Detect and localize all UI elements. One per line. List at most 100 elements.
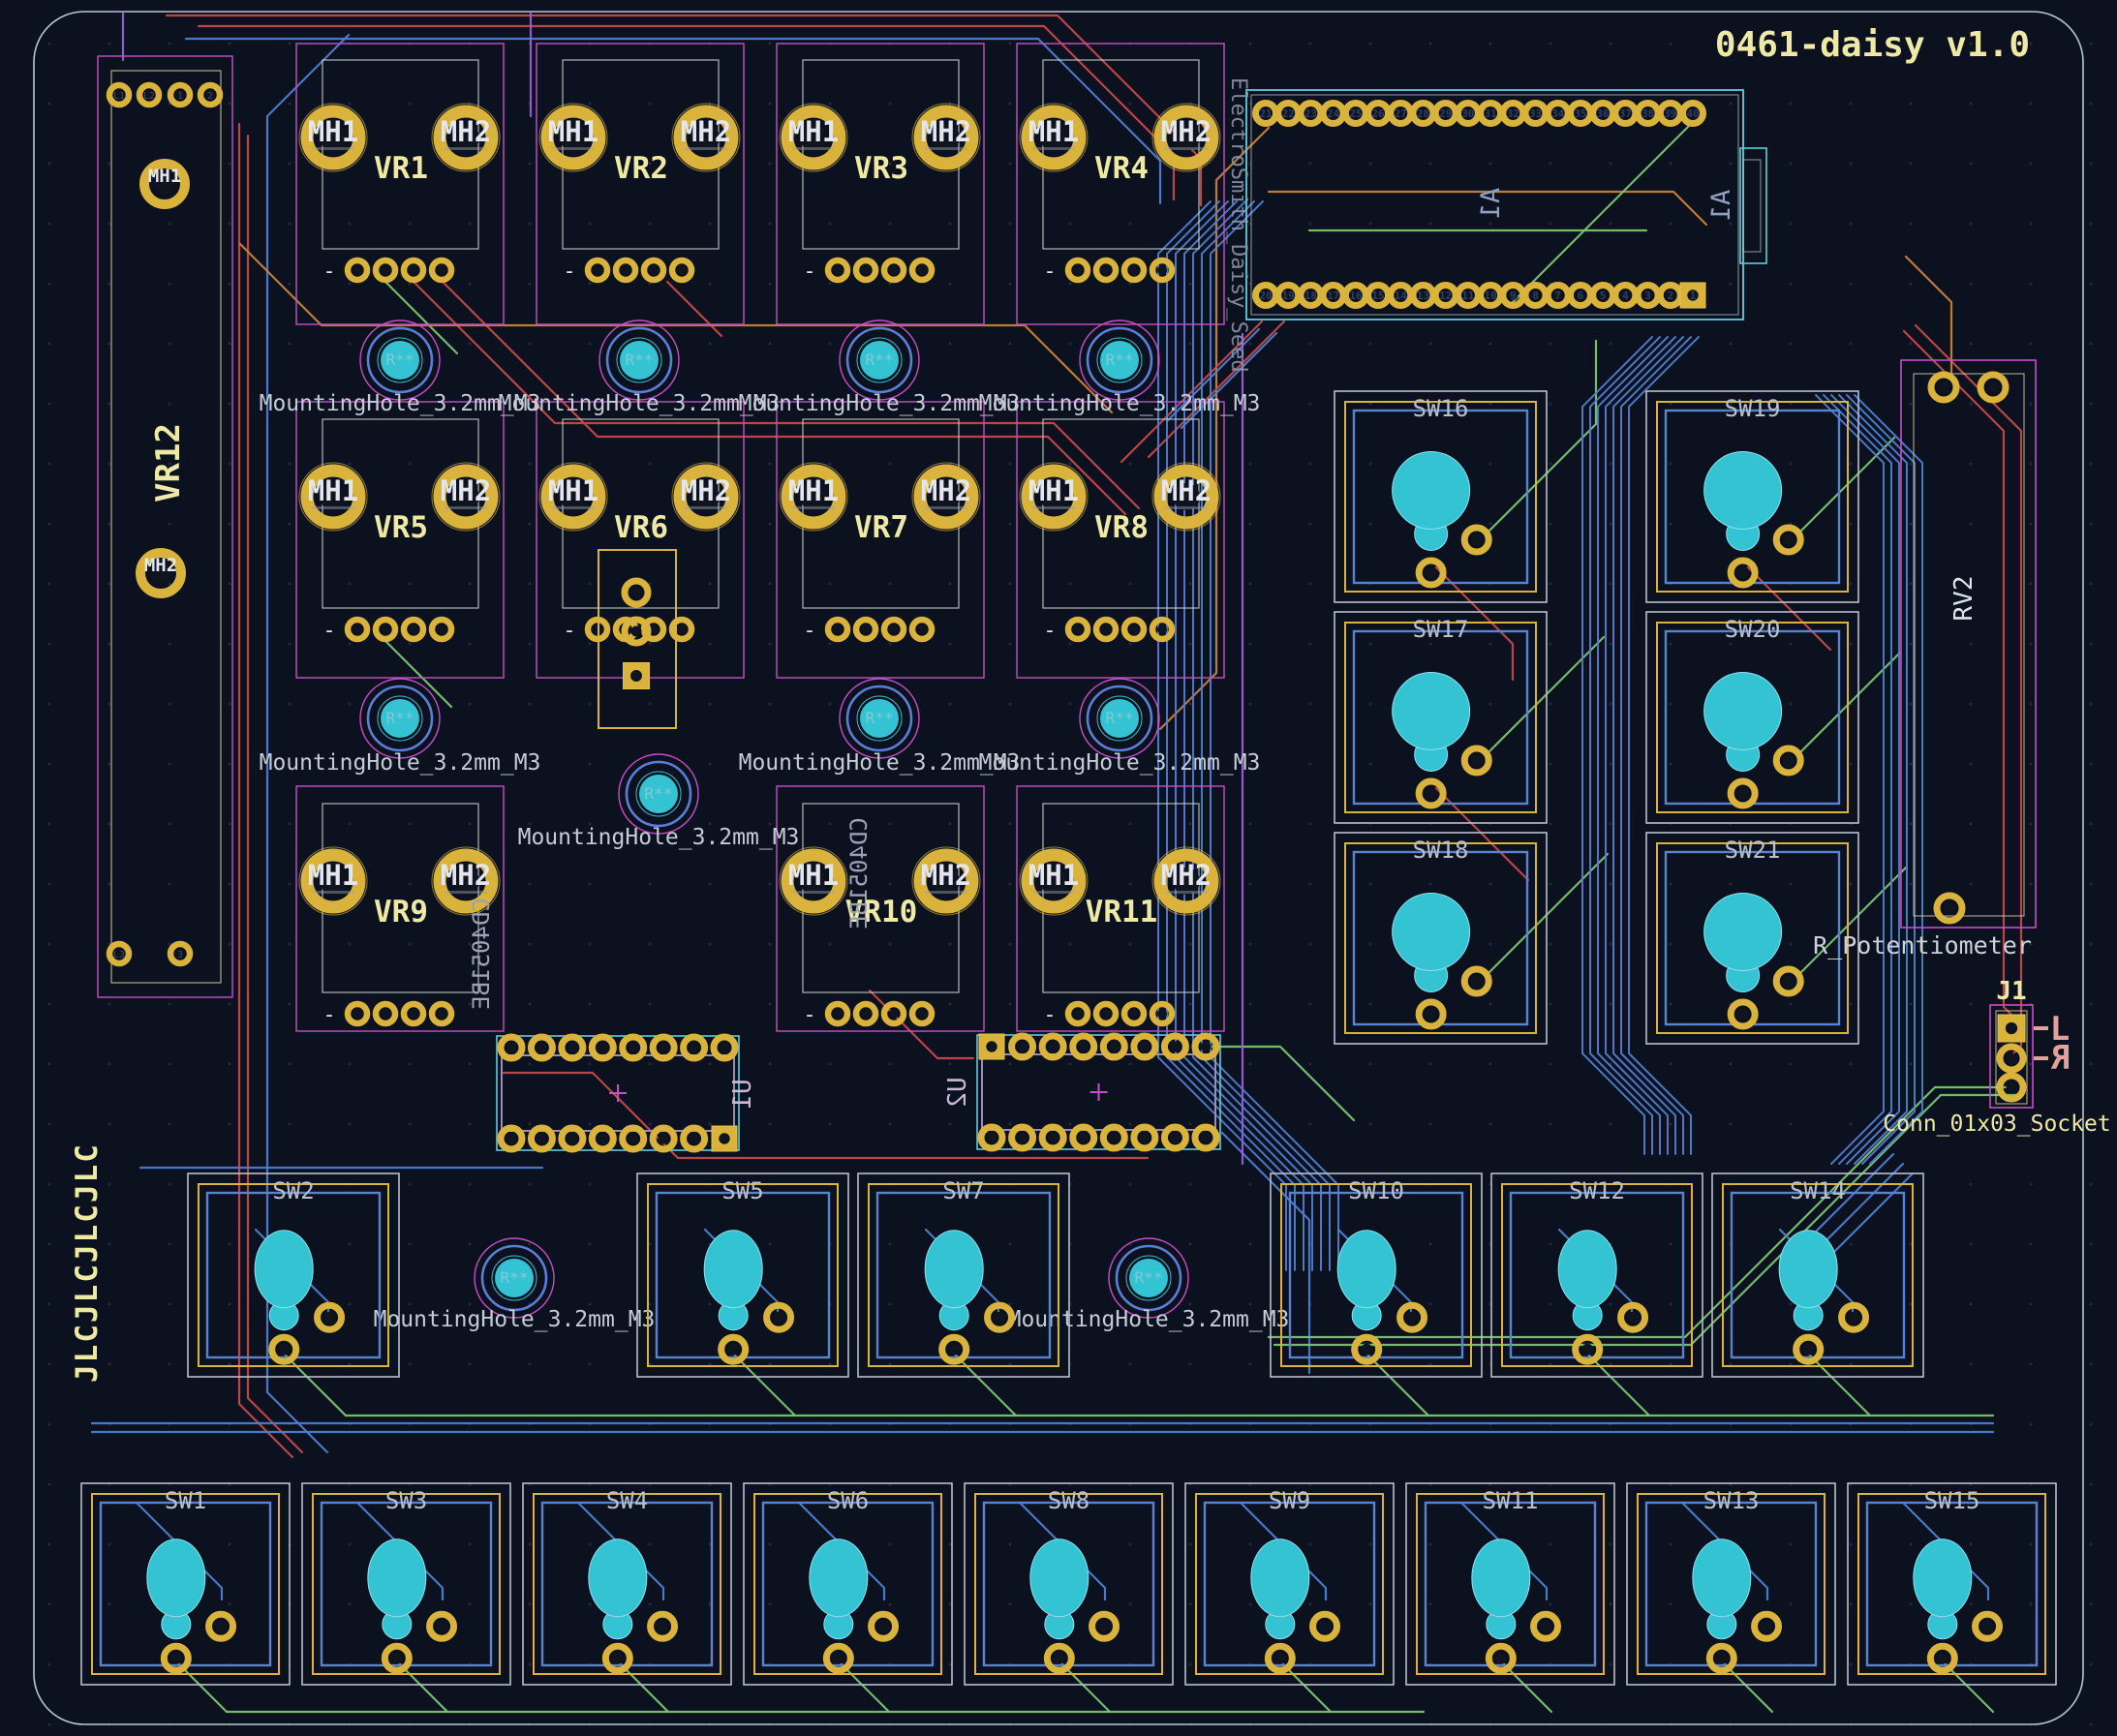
svg-text:MH1: MH1 [788,115,839,148]
vr12-ref-label: VR12 [149,423,188,503]
component-SW11[interactable]: SW11 [1406,1483,1614,1685]
svg-text:SW2: SW2 [272,1177,314,1204]
pcb-canvas[interactable]: MH1MH2VR1-MH1MH2VR2-MH1MH2VR3-MH1MH2VR4-… [0,0,2117,1736]
component-SW1[interactable]: SW1 [81,1483,290,1685]
svg-text:J1: J1 [1996,977,2026,1006]
svg-text:32: 32 [1507,107,1519,120]
svg-text:16: 16 [1349,289,1363,302]
svg-text:23: 23 [1304,107,1317,120]
svg-text:MH1: MH1 [308,115,358,148]
svg-text:R**: R** [626,350,654,369]
svg-text:30: 30 [1461,107,1474,120]
mounting-hole[interactable]: R**MountingHole_3.2mm_M3 [374,1238,656,1332]
small-3pin-component[interactable] [598,550,676,728]
svg-text:R**: R** [866,709,894,727]
component-SW8[interactable]: SW8 [965,1483,1173,1685]
a1-ref-label: A1 [1476,188,1506,220]
component-SW19[interactable]: SW19 [1646,391,1858,602]
component-A1[interactable]: 2120221923182417251626152714281329123011… [1246,90,1766,320]
component-SW9[interactable]: SW9 [1185,1483,1394,1685]
svg-text:L1: L1 [113,91,125,102]
svg-text:MH1: MH1 [1028,859,1079,892]
mounting-hole[interactable]: R**MountingHole_3.2mm_M3 [260,679,541,776]
component-VR2[interactable]: MH1MH2VR2- [537,44,744,324]
svg-text:20: 20 [1259,289,1272,302]
component-VR7[interactable]: MH1MH2VR7- [777,402,984,678]
page-title: 0461-daisy v1.0 [1715,25,2030,65]
svg-text:L3: L3 [113,950,125,960]
socket-value-label: CD4051BE [845,817,873,929]
mounting-hole[interactable]: R**MountingHole_3.2mm_M3 [979,320,1261,416]
svg-text:5: 5 [1600,289,1607,302]
component-SW17[interactable]: SW17 [1335,612,1547,823]
svg-text:37: 37 [1619,107,1632,120]
component-SW12[interactable]: SW12 [1491,1173,1703,1377]
svg-text:VR6: VR6 [614,510,668,545]
a1-ref-label: A1 [1706,190,1736,222]
silk-jlc-text: JLCJLCJLCJLC [70,1142,105,1383]
svg-text:SW9: SW9 [1269,1487,1310,1514]
svg-text:MH2: MH2 [921,859,971,892]
component-U1[interactable]: U1CD4051BE [468,898,757,1151]
svg-text:MountingHole_3.2mm_M3: MountingHole_3.2mm_M3 [979,750,1261,776]
svg-text:MH2: MH2 [144,555,177,576]
svg-text:R**: R** [386,350,414,369]
svg-text:R**: R** [386,709,414,727]
j1-back-label-R: R [2050,1039,2071,1078]
svg-text:18: 18 [1304,289,1317,302]
svg-text:R**: R** [1106,709,1134,727]
component-SW18[interactable]: SW18 [1335,833,1547,1044]
svg-text:10: 10 [1484,289,1496,302]
svg-text:39: 39 [1664,107,1676,120]
svg-text:SW10: SW10 [1348,1177,1404,1204]
svg-text:MH1: MH1 [548,474,598,507]
svg-text:SW3: SW3 [385,1487,427,1514]
svg-text:4: 4 [1622,289,1629,302]
component-SW6[interactable]: SW6 [744,1483,952,1685]
svg-text:7: 7 [1554,289,1561,302]
component-SW4[interactable]: SW4 [523,1483,731,1685]
svg-text:24: 24 [1327,107,1340,120]
svg-text:SW12: SW12 [1569,1177,1625,1204]
component-VR1[interactable]: MH1MH2VR1- [296,44,504,324]
svg-text:VR2: VR2 [614,151,668,186]
svg-text:2: 2 [1667,289,1673,302]
mounting-hole[interactable]: R** MountingHole_3.2mm_M3 [979,679,1261,776]
svg-text:-: - [803,1003,815,1027]
svg-text:R_Potentiometer: R_Potentiometer [1813,931,2032,959]
component-SW7[interactable]: SW7 [858,1173,1069,1377]
component-VR10[interactable]: MH1MH2VR10- [777,786,984,1031]
svg-text:-: - [1043,259,1056,284]
svg-text:33: 33 [1529,107,1542,120]
component-SW5[interactable]: SW5 [637,1173,848,1377]
component-SW20[interactable]: SW20 [1646,612,1858,823]
svg-text:26: 26 [1371,107,1385,120]
component-VR3[interactable]: MH1MH2VR3- [777,44,984,324]
component-VR6[interactable]: MH1MH2VR6- [537,402,744,678]
svg-text:SW11: SW11 [1483,1487,1539,1514]
component-VR5[interactable]: MH1MH2VR5- [296,402,504,678]
component-SW16[interactable]: SW16 [1335,391,1547,602]
svg-text:-: - [322,1003,335,1027]
component-VR12[interactable]: L1L212L33MH1MH2VR12 [98,56,232,997]
svg-text:MH1: MH1 [788,474,839,507]
svg-text:8: 8 [1532,289,1539,302]
svg-text:1: 1 [177,91,183,102]
component-SW13[interactable]: SW13 [1627,1483,1835,1685]
svg-text:SW20: SW20 [1725,616,1781,643]
component-J1[interactable]: J1Conn_01x03_SocketLR [1883,977,2110,1137]
svg-text:19: 19 [1282,289,1295,302]
component-SW10[interactable]: SW10 [1271,1173,1482,1377]
component-SW3[interactable]: SW3 [302,1483,510,1685]
component-RV2[interactable]: RV2R_Potentiometer [1813,360,2036,959]
component-SW14[interactable]: SW14 [1712,1173,1923,1377]
svg-text:15: 15 [1371,289,1384,302]
svg-text:MH2: MH2 [1161,474,1212,507]
svg-text:R**: R** [501,1268,529,1287]
component-SW15[interactable]: SW15 [1848,1483,2056,1685]
svg-text:MountingHole_3.2mm_M3: MountingHole_3.2mm_M3 [979,391,1261,416]
component-SW2[interactable]: SW2 [188,1173,399,1377]
svg-text:R**: R** [866,350,894,369]
svg-text:9: 9 [1510,289,1517,302]
svg-text:-: - [1043,1003,1056,1027]
